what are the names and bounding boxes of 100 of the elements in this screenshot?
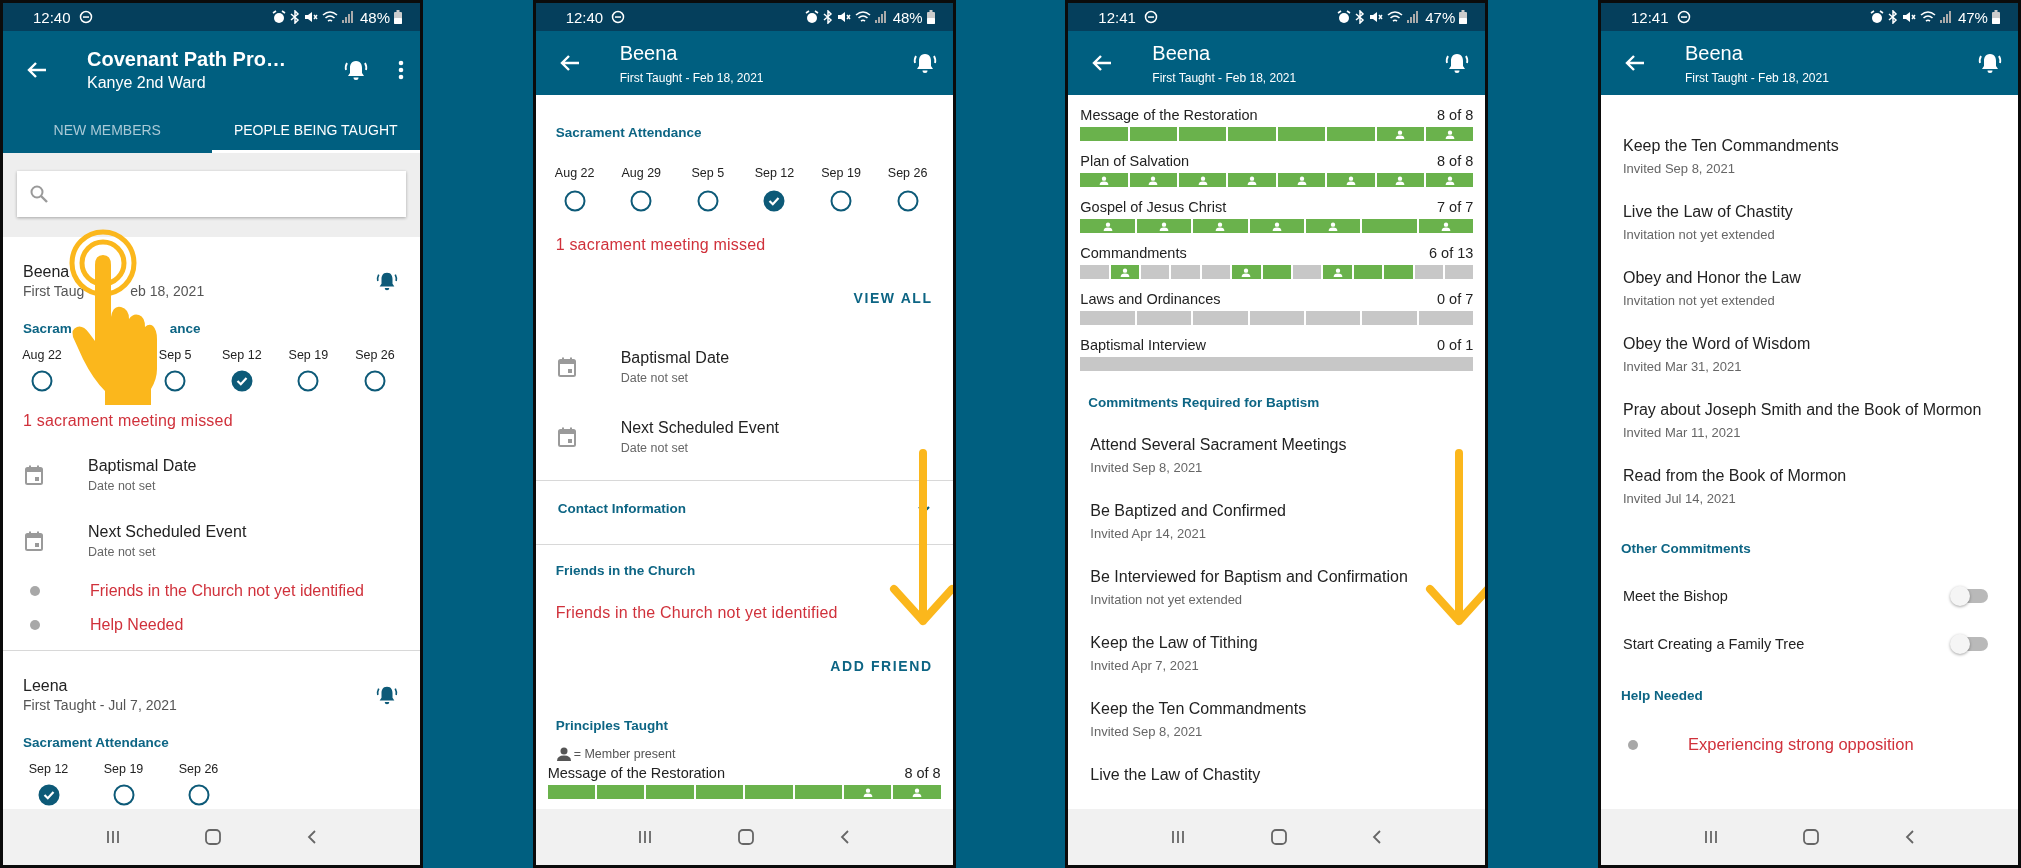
section-heading[interactable]: Contact Information: [557, 501, 686, 516]
lesson-count: 8 of 8: [1437, 107, 1474, 123]
progress-segment: [1129, 127, 1178, 141]
person-icon: [1328, 221, 1339, 231]
signal-icon: [1407, 10, 1420, 24]
progress-segment: [1201, 265, 1231, 279]
screen-subtitle: First Taught - Feb 18, 2021: [1152, 70, 1298, 85]
recent-apps-icon[interactable]: [637, 829, 654, 845]
back-arrow-icon[interactable]: [1092, 54, 1113, 72]
status-time: 12:40: [33, 8, 71, 26]
notification-bell-icon[interactable]: [1977, 51, 2002, 75]
attendance-checkbox[interactable]: [363, 370, 386, 392]
alert-text: Help Needed: [90, 616, 184, 634]
back-icon[interactable]: [1371, 829, 1384, 845]
section-heading: Other Commitments: [1620, 541, 1751, 556]
lesson-count: 7 of 7: [1437, 199, 1474, 215]
recent-apps-icon[interactable]: [1170, 829, 1187, 845]
lesson-count: 0 of 1: [1437, 337, 1474, 353]
attendance-checkbox[interactable]: [830, 190, 853, 212]
section-heading: Sacrament Attendance: [555, 125, 702, 140]
progress-segment: [1136, 311, 1192, 325]
first-taught-date: First Taught - Jul 7, 2021: [23, 697, 177, 713]
text-link-button[interactable]: VIEW ALL: [851, 286, 935, 310]
person-icon: [1197, 175, 1208, 185]
progress-segment: [1080, 311, 1135, 325]
calendar-icon: [557, 427, 576, 447]
commitment-status: Invitation not yet extended: [1090, 591, 1244, 607]
bullet-dot-icon: [1627, 739, 1638, 750]
person-icon: [1395, 129, 1406, 139]
toggle-switch[interactable]: [1951, 589, 1988, 603]
home-icon[interactable]: [204, 828, 223, 846]
progress-segment: [1353, 265, 1383, 279]
attendance-checkbox[interactable]: [31, 370, 53, 392]
back-icon[interactable]: [838, 829, 851, 845]
progress-segment: [695, 785, 744, 799]
event-detail: Date not set: [620, 441, 690, 455]
do-not-disturb-icon: [1676, 10, 1691, 24]
person-icon: [1271, 221, 1282, 231]
toggle-switch[interactable]: [1951, 637, 1988, 651]
commitment-title: Attend Several Sacrament Meetings: [1090, 435, 1348, 455]
person-name[interactable]: Beena: [23, 263, 205, 281]
lesson-count: 6 of 13: [1428, 245, 1474, 261]
event-title: Next Scheduled Event: [88, 523, 247, 541]
commitment-status: Invited Sep 8, 2021: [1090, 459, 1204, 475]
commitment-status: Invited Mar 11, 2021: [1622, 424, 1742, 440]
battery-percentage: 48%: [359, 8, 390, 26]
attendance-date: Sep 12: [754, 166, 795, 180]
home-icon[interactable]: [1269, 828, 1288, 846]
attendance-checkbox[interactable]: [164, 370, 187, 392]
notification-bell-icon[interactable]: [376, 270, 398, 292]
notification-bell-icon[interactable]: [912, 51, 937, 75]
notification-bell-icon[interactable]: [1445, 51, 1470, 75]
person-icon: [1345, 175, 1356, 185]
section-heading: Sacram: [23, 321, 72, 336]
home-icon[interactable]: [737, 828, 756, 846]
attendance-checkbox[interactable]: [563, 190, 586, 212]
more-options-icon[interactable]: [398, 60, 404, 80]
attendance-date: Sep 19: [821, 166, 861, 180]
calendar-icon: [25, 465, 43, 485]
tab[interactable]: NEW MEMBERS: [3, 109, 212, 153]
progress-segment: [1362, 219, 1417, 233]
back-arrow-icon[interactable]: [27, 61, 47, 79]
back-icon[interactable]: [306, 829, 319, 845]
principle-name: Commandments: [1080, 245, 1187, 261]
attendance-date: Aug 22: [22, 348, 62, 362]
signal-icon: [341, 10, 354, 24]
back-arrow-icon[interactable]: [559, 54, 580, 72]
alarm-icon: [1869, 10, 1884, 24]
attendance-checkbox[interactable]: [297, 370, 320, 392]
back-icon[interactable]: [1904, 829, 1917, 845]
commitment-title: Live the Law of Chastity: [1622, 202, 1794, 222]
attendance-checkbox[interactable]: [763, 190, 786, 212]
progress-segment: [1080, 265, 1109, 279]
back-arrow-icon[interactable]: [1624, 54, 1645, 72]
notification-bell-icon[interactable]: [344, 58, 368, 82]
alarm-icon: [804, 10, 819, 24]
attendance-checkbox[interactable]: [896, 190, 919, 212]
progress-segment: [547, 785, 596, 799]
event-title: Next Scheduled Event: [620, 419, 779, 437]
attendance-checkbox[interactable]: [230, 370, 253, 392]
attendance-checkbox[interactable]: [112, 784, 135, 806]
do-not-disturb-icon: [611, 10, 626, 24]
commitment-title: Read from the Book of Mormon: [1622, 466, 1848, 486]
battery-icon: [1459, 10, 1468, 24]
home-icon[interactable]: [1802, 828, 1821, 846]
notification-bell-icon[interactable]: [376, 684, 398, 706]
mute-icon: [1901, 10, 1916, 24]
attendance-checkbox[interactable]: [187, 784, 210, 806]
text-link-button[interactable]: ADD FRIEND: [828, 654, 935, 678]
attendance-checkbox[interactable]: [696, 190, 719, 212]
warning-text: Friends in the Church not yet identified: [555, 604, 838, 621]
person-name[interactable]: Leena: [23, 677, 177, 695]
progress-segment: [646, 785, 694, 799]
attendance-checkbox[interactable]: [630, 190, 653, 212]
attendance-checkbox[interactable]: [37, 784, 60, 806]
wifi-icon: [1919, 10, 1936, 24]
recent-apps-icon[interactable]: [1702, 829, 1719, 845]
recent-apps-icon[interactable]: [104, 829, 121, 845]
section-heading: Principles Taught: [555, 718, 668, 733]
search-field[interactable]: [17, 171, 406, 217]
